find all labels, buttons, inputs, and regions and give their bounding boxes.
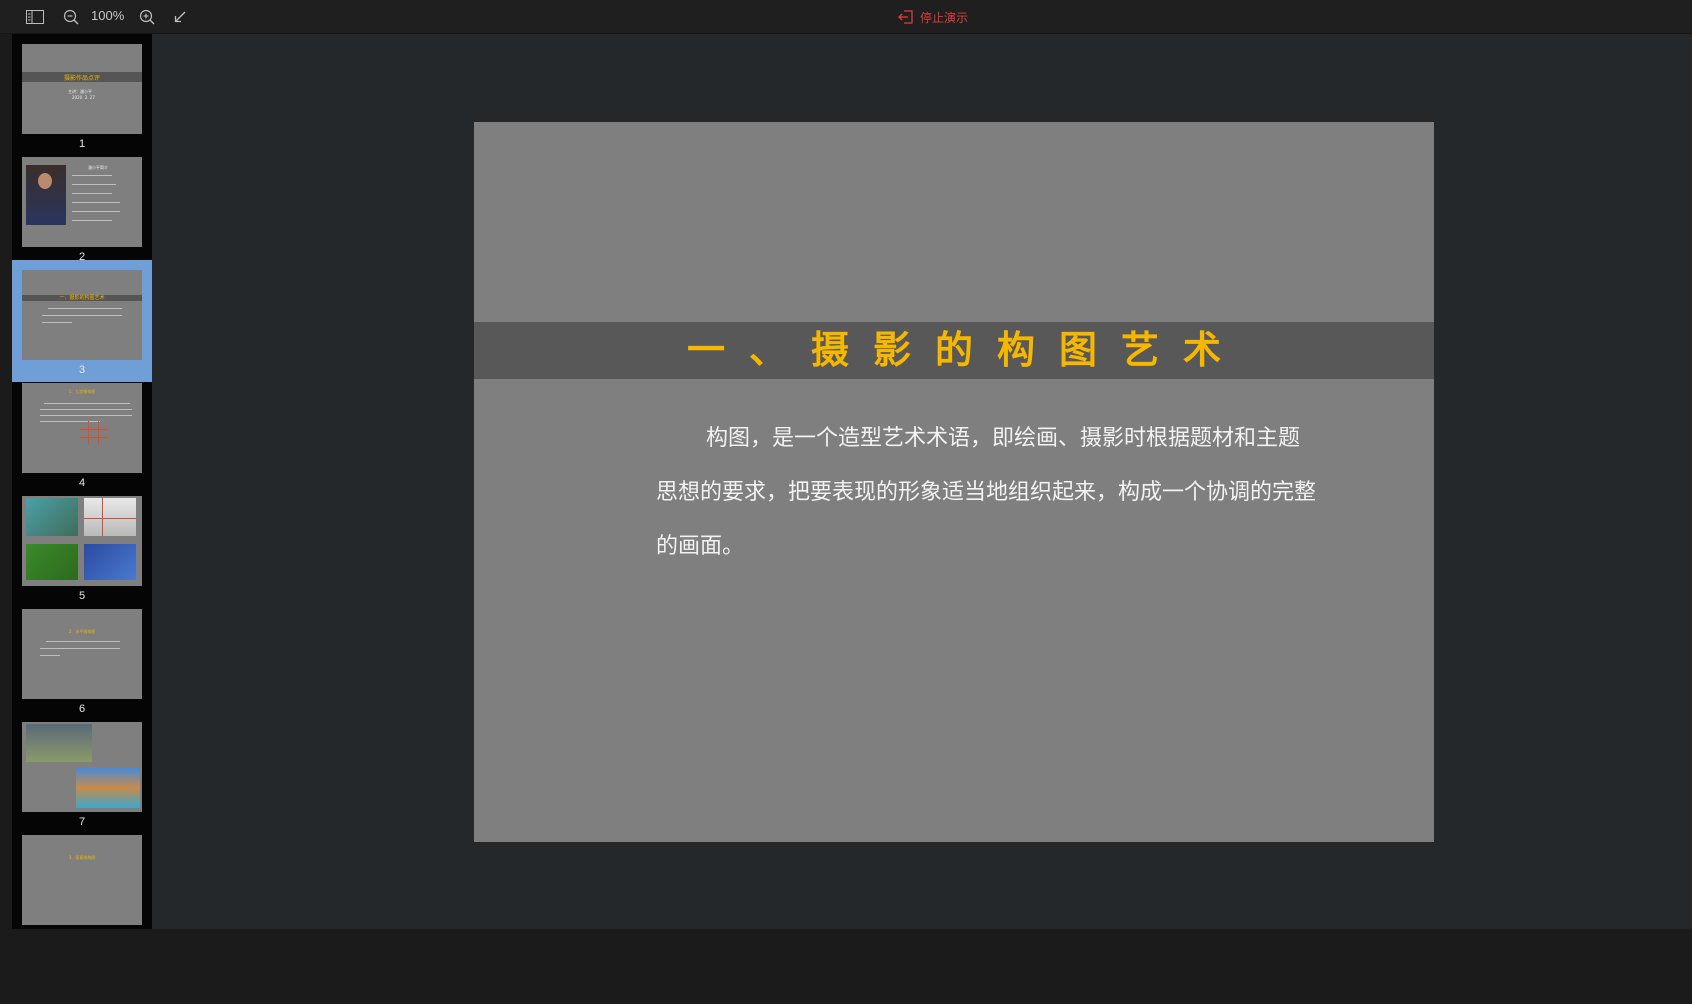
thumbnail-image — [22, 722, 142, 812]
slide-viewport: 一、摄影的构图艺术 构图，是一个造型艺术术语，即绘画、摄影时根据题材和主题思想的… — [152, 34, 1692, 929]
thumbnail-slide-2[interactable]: 潘小平简介 2 — [12, 147, 152, 269]
zoom-in-button[interactable] — [137, 7, 157, 27]
sidebar-toggle-button[interactable] — [24, 7, 46, 27]
thumbnail-image: 1、九宫格构图 — [22, 383, 142, 473]
thumbnail-slide-8[interactable]: 3、垂直线构图 — [12, 825, 152, 929]
zoom-level: 100% — [91, 8, 125, 23]
stop-presentation-label: 停止演示 — [920, 10, 969, 25]
zoom-out-button[interactable] — [61, 7, 81, 27]
collapse-arrow-icon — [174, 11, 186, 23]
thumbnail-image: 摄影作品点评 主讲：潘小平 2020. 2. 27 — [22, 44, 142, 134]
thumbnail-image: 一、摄影的构图艺术 — [22, 270, 142, 360]
presentation-toolbar: 100% 停止演示 — [0, 0, 1692, 34]
thumbnail-slide-1[interactable]: 摄影作品点评 主讲：潘小平 2020. 2. 27 1 — [12, 34, 152, 156]
slide-thumbnail-panel[interactable]: 摄影作品点评 主讲：潘小平 2020. 2. 27 1 潘小平简介 2 一、摄影… — [12, 34, 152, 929]
zoom-in-icon — [139, 9, 155, 25]
thumbnail-image — [22, 496, 142, 586]
slide-title: 一、摄影的构图艺术 — [686, 328, 1245, 372]
zoom-out-icon — [63, 9, 79, 25]
slide-body-text: 构图，是一个造型艺术术语，即绘画、摄影时根据题材和主题思想的要求，把要表现的形象… — [656, 426, 1317, 559]
thumbnail-slide-4[interactable]: 1、九宫格构图 4 — [12, 373, 152, 495]
thumbnail-slide-6[interactable]: 2、水平线构图 6 — [12, 599, 152, 721]
thumbnail-slide-3-active[interactable]: 一、摄影的构图艺术 3 — [12, 260, 152, 382]
exit-icon — [898, 10, 913, 24]
thumbnail-image: 潘小平简介 — [22, 157, 142, 247]
thumbnail-slide-5[interactable]: 5 — [12, 486, 152, 608]
thumbnail-image: 2、水平线构图 — [22, 609, 142, 699]
thumbnail-image: 3、垂直线构图 — [22, 835, 142, 925]
bottom-bar — [0, 929, 1692, 1004]
stop-presentation-button[interactable]: 停止演示 — [898, 7, 968, 27]
current-slide[interactable]: 一、摄影的构图艺术 构图，是一个造型艺术术语，即绘画、摄影时根据题材和主题思想的… — [474, 122, 1434, 842]
sidebar-icon — [26, 10, 44, 24]
exit-fullscreen-button[interactable] — [170, 7, 190, 27]
thumbnail-slide-7[interactable]: 7 — [12, 712, 152, 834]
